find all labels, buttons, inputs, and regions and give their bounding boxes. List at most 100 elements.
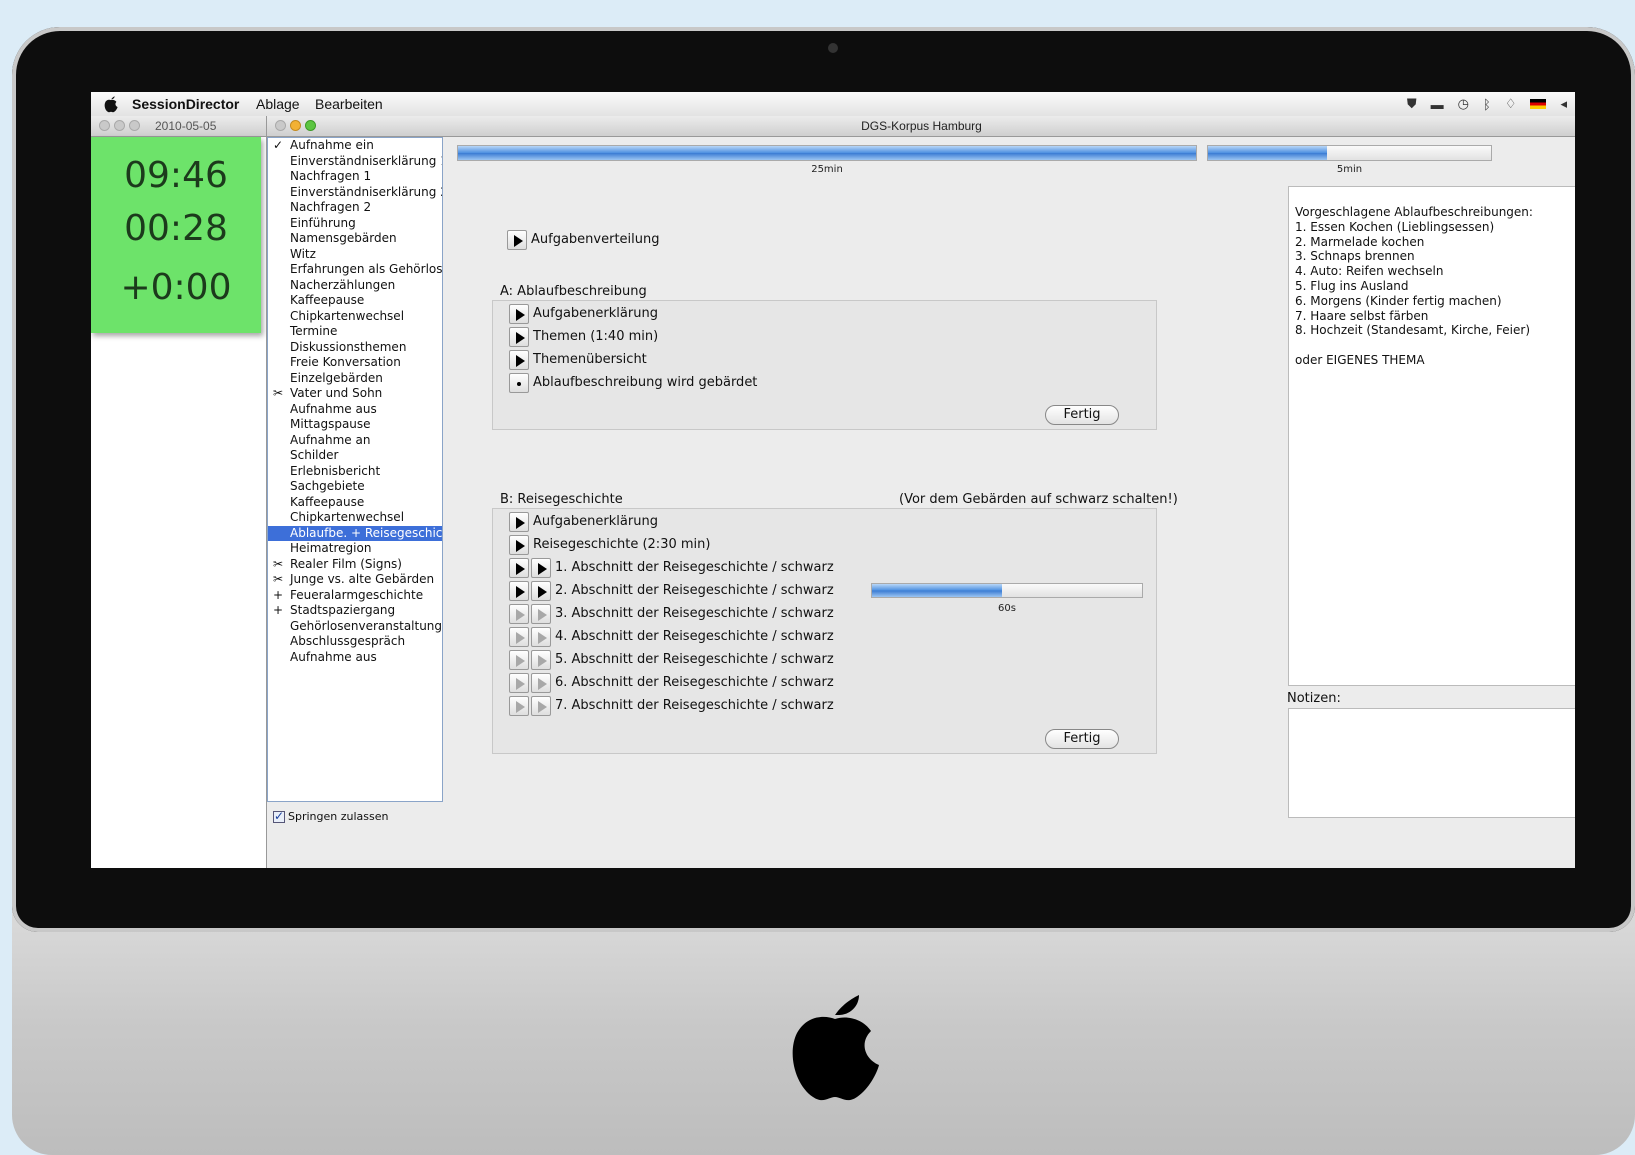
agenda-item[interactable]: Schilder — [268, 448, 442, 464]
agenda-item[interactable]: Aufnahme an — [268, 433, 442, 449]
agenda-item[interactable]: Aufnahme aus — [268, 402, 442, 418]
agenda-item-label: Mittagspause — [290, 417, 371, 431]
agenda-item-label: Nachfragen 2 — [290, 200, 372, 214]
record-ablaufbeschreibung-button[interactable] — [509, 373, 529, 393]
agenda-item-label: Namensgebärden — [290, 231, 397, 245]
agenda-item-label: Chipkartenwechsel — [290, 308, 405, 323]
apple-menu-icon[interactable] — [103, 95, 119, 113]
agenda-item[interactable]: + Feueralarmgeschichte — [268, 588, 442, 604]
play-b-reisegeschichte-button[interactable] — [509, 535, 529, 555]
agenda-item[interactable]: Nachfragen 2 — [268, 200, 442, 216]
close-button[interactable] — [99, 120, 110, 131]
play-part-black-button[interactable] — [531, 581, 551, 601]
agenda-item[interactable]: Freie Konversation — [268, 355, 442, 371]
main-progress-bar — [457, 145, 1197, 161]
agenda-item[interactable]: Einzelgebärden — [268, 371, 442, 387]
german-flag-icon[interactable] — [1530, 99, 1547, 109]
allow-jump[interactable]: Springen zulassen — [273, 809, 389, 823]
agenda-item[interactable]: Termine — [268, 324, 442, 340]
play-a-aufgabenerklaerung-button[interactable] — [509, 304, 529, 324]
agenda-item[interactable]: ✂ Junge vs. alte Gebärden — [268, 572, 442, 588]
agenda-item-label: Nacherzählungen — [290, 277, 396, 292]
agenda-item[interactable]: ✂ Vater und Sohn — [268, 386, 442, 402]
zoom-button[interactable] — [129, 120, 140, 131]
agenda-list[interactable]: ✓ Aufnahme ein Einverständniserklärung 1 Na… — [267, 137, 443, 802]
agenda-item-label: Kaffeepause — [290, 494, 365, 509]
agenda-item[interactable]: Ablaufbe. + Reisegeschichte — [268, 525, 442, 541]
agenda-item[interactable]: Diskussionsthemen — [268, 340, 442, 356]
suggestions-text: Vorgeschlagene Ablaufbeschreibungen: 1. … — [1288, 186, 1575, 686]
agenda-item[interactable]: Chipkartenwechsel — [268, 309, 442, 325]
agenda-item[interactable]: ✂ Realer Film (Signs) — [268, 557, 442, 573]
agenda-item[interactable]: Nacherzählungen — [268, 278, 442, 294]
play-a-themenuebersicht-button[interactable] — [509, 350, 529, 370]
play-part-button[interactable] — [509, 604, 529, 624]
play-part-black-button[interactable] — [531, 673, 551, 693]
window-title: DGS-Korpus Hamburg — [861, 119, 982, 133]
offset-time: +0:00 — [120, 267, 232, 308]
menu-bearbeiten[interactable]: Bearbeiten — [315, 96, 383, 112]
agenda-item[interactable]: Namensgebärden — [268, 231, 442, 247]
minimize-button[interactable] — [114, 120, 125, 131]
allow-jump-label: Springen zulassen — [288, 810, 389, 823]
play-part-button[interactable] — [509, 558, 529, 578]
wifi-icon[interactable]: ♢ — [1505, 96, 1517, 112]
a-item-label: Aufgabenerklärung — [533, 306, 658, 321]
agenda-item[interactable]: Gehörlosenveranstaltungen — [268, 619, 442, 635]
part-label: 7. Abschnitt der Reisegeschichte / schwa… — [555, 698, 834, 713]
play-aufgabenverteilung-button[interactable] — [507, 230, 527, 250]
section-b-done-button[interactable]: Fertig — [1045, 729, 1119, 749]
section-a-done-button[interactable]: Fertig — [1045, 405, 1119, 425]
agenda-item[interactable]: Einverständniserklärung 2 — [268, 185, 442, 201]
a-item-label: Ablaufbeschreibung wird gebärdet — [533, 375, 758, 390]
agenda-item[interactable]: Erfahrungen als Gehörloser — [268, 262, 442, 278]
display-icon[interactable]: ▬ — [1431, 97, 1444, 112]
bluetooth-icon[interactable]: ᛒ — [1483, 97, 1491, 112]
play-part-button[interactable] — [509, 696, 529, 716]
agenda-item[interactable]: Einverständniserklärung 1 — [268, 154, 442, 170]
allow-jump-checkbox[interactable] — [273, 809, 285, 823]
part-label: 5. Abschnitt der Reisegeschichte / schwa… — [555, 652, 834, 667]
agenda-item[interactable]: Sachgebiete — [268, 479, 442, 495]
play-part-button[interactable] — [509, 627, 529, 647]
agenda-item-label: Kaffeepause — [290, 293, 365, 307]
play-part-black-button[interactable] — [531, 696, 551, 716]
play-part-button[interactable] — [509, 650, 529, 670]
agenda-item[interactable]: Aufnahme aus — [268, 650, 442, 666]
agenda-item-mark: + — [273, 603, 284, 617]
agenda-item[interactable]: Witz — [268, 247, 442, 263]
agenda-item-label: Sachgebiete — [290, 479, 365, 493]
agenda-item[interactable]: Chipkartenwechsel — [268, 510, 442, 526]
agenda-item[interactable]: Abschlussgespräch — [268, 634, 442, 650]
play-part-black-button[interactable] — [531, 558, 551, 578]
agenda-item[interactable]: Erlebnisbericht — [268, 464, 442, 480]
agenda-item-label: Erfahrungen als Gehörloser — [290, 262, 443, 276]
app-menu[interactable]: SessionDirector — [132, 96, 239, 112]
agenda-item[interactable]: Heimatregion — [268, 541, 442, 557]
dropbox-icon[interactable]: ⛊ — [1407, 96, 1417, 112]
time-machine-icon[interactable]: ◷ — [1458, 96, 1469, 112]
play-part-button[interactable] — [509, 581, 529, 601]
agenda-item-label: Aufnahme aus — [290, 401, 377, 416]
agenda-item-label: Vater und Sohn — [290, 386, 383, 400]
agenda-item[interactable]: Nachfragen 1 — [268, 169, 442, 185]
menu-ablage[interactable]: Ablage — [256, 96, 300, 112]
agenda-item[interactable]: ✓ Aufnahme ein — [268, 138, 442, 154]
agenda-item-label: Junge vs. alte Gebärden — [290, 572, 435, 586]
notes-textarea[interactable] — [1288, 708, 1575, 818]
agenda-item[interactable]: Kaffeepause — [268, 495, 442, 511]
play-b-aufgabenerklaerung-button[interactable] — [509, 512, 529, 532]
play-a-themen-button[interactable] — [509, 327, 529, 347]
agenda-item[interactable]: Einführung — [268, 216, 442, 232]
agenda-item-label: Aufnahme aus — [290, 649, 377, 664]
volume-icon[interactable]: ◂ — [1560, 96, 1567, 112]
part-progress-bar — [871, 583, 1143, 598]
agenda-item[interactable]: Mittagspause — [268, 417, 442, 433]
play-part-black-button[interactable] — [531, 650, 551, 670]
play-part-black-button[interactable] — [531, 627, 551, 647]
agenda-item[interactable]: Kaffeepause — [268, 293, 442, 309]
play-part-button[interactable] — [509, 673, 529, 693]
status-icons: ⛊ ▬ ◷ ᛒ ♢ ◂ — [1407, 96, 1567, 112]
agenda-item[interactable]: + Stadtspaziergang — [268, 603, 442, 619]
play-part-black-button[interactable] — [531, 604, 551, 624]
